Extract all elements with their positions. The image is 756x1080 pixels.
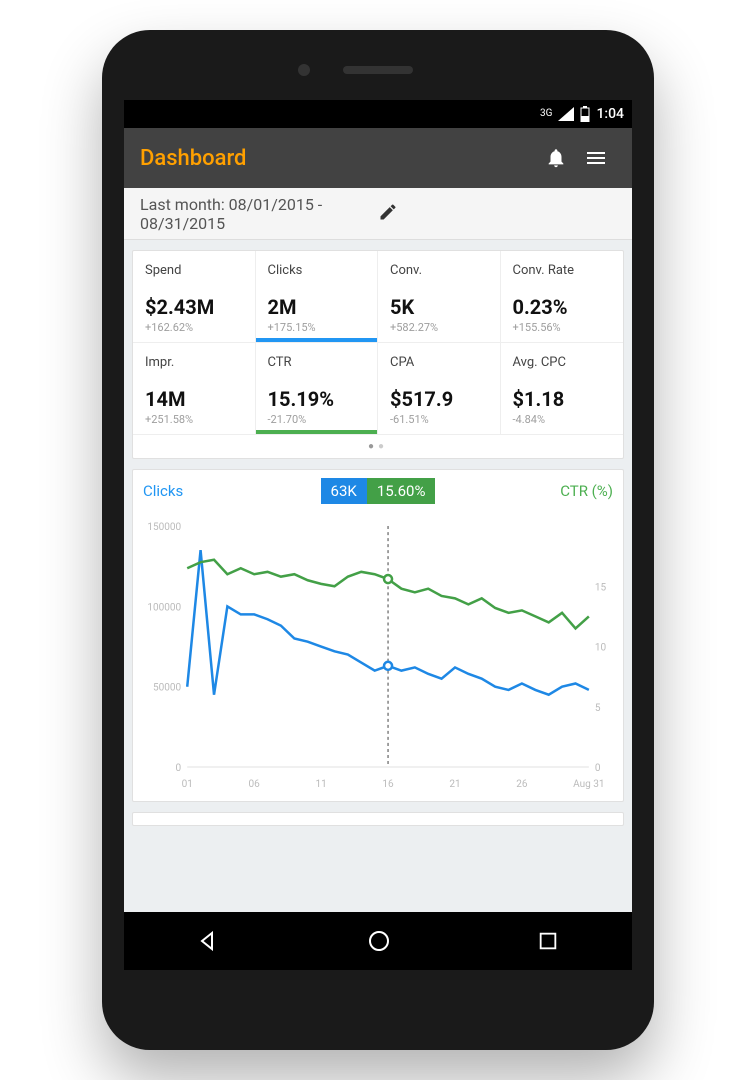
chart-cursor-value-clicks: 63K [321,478,367,504]
metric-tile[interactable]: Impr. 14M +251.58% [133,343,256,435]
svg-text:16: 16 [382,779,394,790]
chart-header: Clicks 63K 15.60% CTR (%) [133,470,623,508]
metric-value: $1.18 [513,387,614,411]
metric-value: $517.9 [390,387,490,411]
metric-value: 14M [145,387,245,411]
svg-text:10: 10 [595,643,607,654]
svg-text:Aug 31: Aug 31 [573,779,604,790]
metric-label: Conv. Rate [513,263,614,291]
metric-tile[interactable]: Conv. Rate 0.23% +155.56% [501,251,624,343]
metric-label: Avg. CPC [513,355,614,383]
chart-cursor-badges: 63K 15.60% [321,478,436,504]
recents-button[interactable] [537,930,559,952]
chart-svg: 0 50000 100000 150000 0 5 10 15 01 06 11 16 21 26 Aug … [137,516,619,797]
svg-text:150000: 150000 [147,522,181,533]
metric-tile[interactable]: Spend $2.43M +162.62% [133,251,256,343]
svg-text:0: 0 [595,763,601,774]
phone-camera [298,64,310,76]
metric-label: Spend [145,263,245,291]
svg-text:26: 26 [516,779,528,790]
metric-value: 2M [268,295,368,319]
metric-tile[interactable]: Conv. 5K +582.27% [378,251,501,343]
chart-card: Clicks 63K 15.60% CTR (%) 0 50000 100000 15… [132,469,624,802]
svg-text:50000: 50000 [153,683,182,694]
recents-icon [537,930,559,952]
chart-body[interactable]: 0 50000 100000 150000 0 5 10 15 01 06 11 16 21 26 Aug … [133,508,623,801]
screen: 3G 1:04 Dashboard Last month: 08/01/2015… [124,100,632,970]
metric-value: 5K [390,295,490,319]
metric-delta: +582.27% [390,321,490,334]
hamburger-icon [584,146,608,170]
svg-text:11: 11 [315,779,326,790]
bell-icon [545,147,567,169]
metric-label: Clicks [268,263,368,291]
notifications-button[interactable] [536,147,576,169]
svg-text:06: 06 [249,779,261,790]
metric-selected-bar [256,338,378,342]
metric-delta: +155.56% [513,321,614,334]
metric-tile[interactable]: Avg. CPC $1.18 -4.84% [501,343,624,435]
metric-delta: -61.51% [390,413,490,426]
metric-tile[interactable]: CPA $517.9 -61.51% [378,343,501,435]
svg-text:0: 0 [176,763,182,774]
date-range-bar[interactable]: Last month: 08/01/2015 - 08/31/2015 [124,188,632,240]
app-header: Dashboard [124,128,632,188]
phone-speaker [343,66,413,74]
chart-right-axis-label: CTR (%) [435,482,613,500]
metric-delta: -4.84% [513,413,614,426]
pencil-icon [378,202,398,222]
home-icon [367,929,391,953]
metric-value: $2.43M [145,295,245,319]
clock: 1:04 [596,106,624,122]
metric-label: Conv. [390,263,490,291]
svg-text:01: 01 [182,779,193,790]
battery-icon [580,106,590,122]
next-card-peek [132,812,624,826]
phone-frame: 3G 1:04 Dashboard Last month: 08/01/2015… [102,30,654,1050]
page-title: Dashboard [140,146,536,171]
status-bar: 3G 1:04 [124,100,632,128]
network-label: 3G [540,109,552,119]
metric-label: CTR [268,355,368,383]
content: Spend $2.43M +162.62% Clicks 2M +175.15% Conv.… [124,240,632,970]
metric-label: Impr. [145,355,245,383]
menu-button[interactable] [576,146,616,170]
metric-tile[interactable]: Clicks 2M +175.15% [256,251,379,343]
home-button[interactable] [367,929,391,953]
svg-text:15: 15 [595,582,607,593]
svg-text:5: 5 [595,703,601,714]
back-button[interactable] [197,929,221,953]
svg-text:21: 21 [449,779,460,790]
metric-delta: +162.62% [145,321,245,334]
signal-icon [558,107,574,121]
edit-date-button[interactable] [378,202,616,226]
metric-delta: +175.15% [268,321,368,334]
chart-cursor-value-ctr: 15.60% [367,478,436,504]
metrics-card: Spend $2.43M +162.62% Clicks 2M +175.15% Conv.… [132,250,624,459]
svg-text:100000: 100000 [147,602,181,613]
metric-value: 0.23% [513,295,614,319]
metric-delta: -21.70% [268,413,368,426]
metric-value: 15.19% [268,387,368,411]
metric-label: CPA [390,355,490,383]
page-indicator[interactable]: ●● [133,435,623,458]
metric-selected-bar [256,430,378,434]
metrics-grid: Spend $2.43M +162.62% Clicks 2M +175.15% Conv.… [133,251,623,435]
android-nav-bar [124,912,632,970]
metric-tile[interactable]: CTR 15.19% -21.70% [256,343,379,435]
metric-delta: +251.58% [145,413,245,426]
back-icon [197,929,221,953]
chart-left-axis-label: Clicks [143,482,321,500]
date-range-text: Last month: 08/01/2015 - 08/31/2015 [140,195,378,233]
